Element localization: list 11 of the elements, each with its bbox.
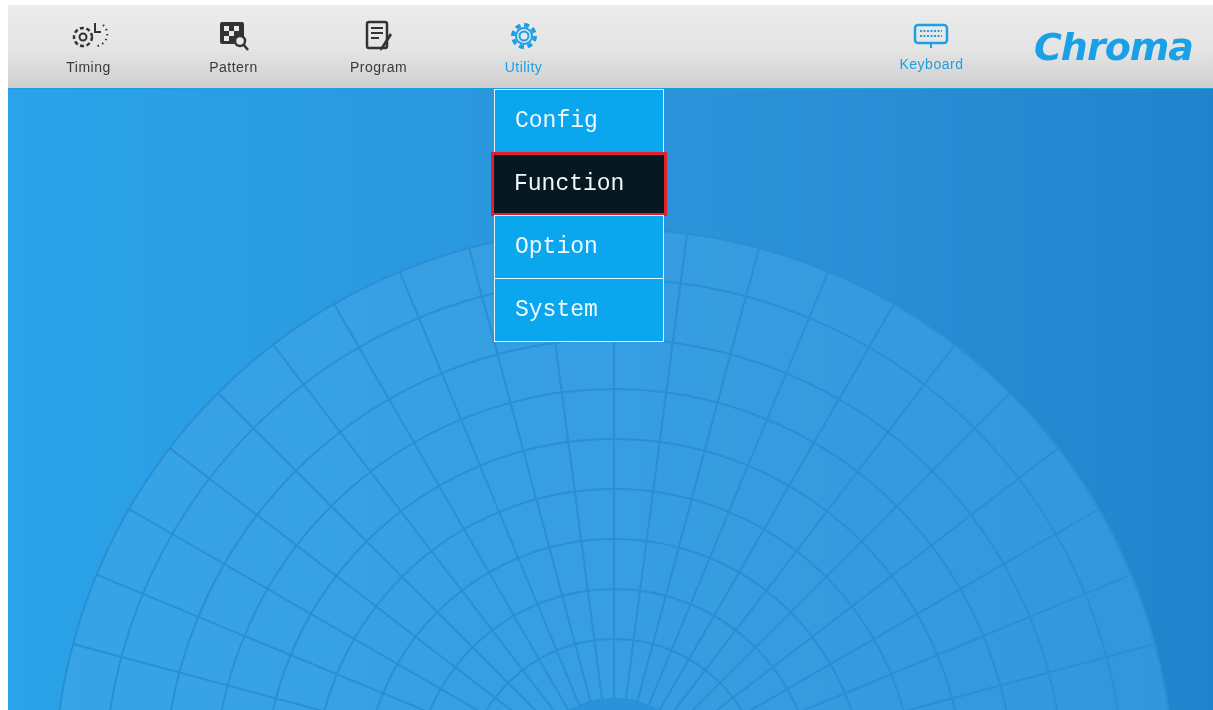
keyboard-button[interactable]: Keyboard: [858, 5, 1004, 88]
toolbar-tab[interactable]: Utility: [451, 5, 596, 88]
keyboard-icon: [912, 21, 951, 50]
menu-item[interactable]: Option: [494, 215, 664, 279]
brand-logo: Chroma: [1033, 24, 1193, 69]
toolbar-tab[interactable]: Pattern: [161, 5, 306, 88]
menu-item[interactable]: Function: [491, 152, 667, 216]
toolbar-tab[interactable]: Timing: [16, 5, 161, 88]
menu-item[interactable]: Config: [494, 89, 664, 153]
menu-item[interactable]: System: [494, 278, 664, 342]
toolbar-tab[interactable]: Program: [306, 5, 451, 88]
